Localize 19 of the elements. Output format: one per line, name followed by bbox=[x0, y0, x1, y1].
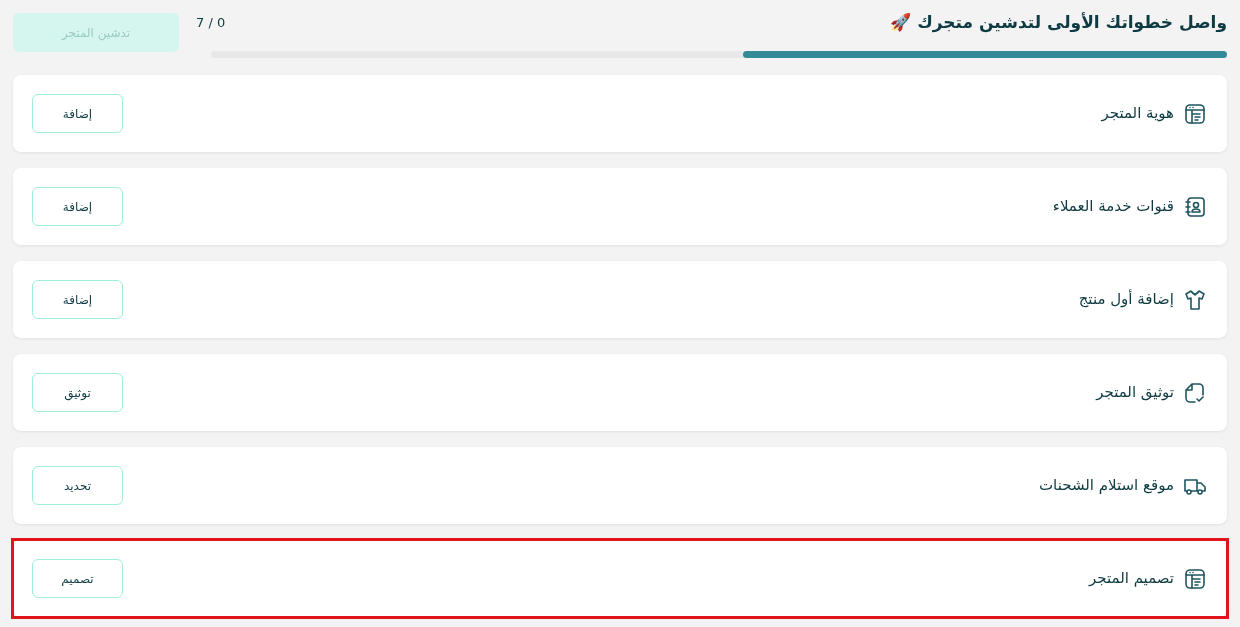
document-check-icon bbox=[1183, 380, 1207, 405]
step-button[interactable]: تصميم bbox=[32, 559, 123, 598]
browser-window-icon bbox=[1183, 101, 1207, 126]
progress-count: 0 / 7 bbox=[196, 14, 226, 33]
step-title: قنوات خدمة العملاء bbox=[1052, 196, 1174, 218]
contact-book-icon bbox=[1183, 194, 1207, 219]
page-title: واصل خطواتك الأولى لتدشين متجرك 🚀 bbox=[890, 11, 1227, 35]
step-button[interactable]: إضافة bbox=[32, 187, 123, 226]
browser-window-icon bbox=[1183, 566, 1207, 591]
step-button[interactable]: توثيق bbox=[32, 373, 123, 412]
step-title: إضافة أول منتج bbox=[1078, 288, 1174, 311]
step-button[interactable]: تحديد bbox=[32, 466, 123, 505]
step-title: توثيق المتجر bbox=[1096, 382, 1174, 404]
shirt-icon bbox=[1183, 287, 1207, 312]
step-button[interactable]: إضافة bbox=[32, 94, 123, 133]
step-title: تصميم المتجر bbox=[1088, 568, 1174, 590]
step-title: موقع استلام الشحنات bbox=[1039, 475, 1174, 497]
step-button[interactable]: إضافة bbox=[32, 280, 123, 319]
step-title: هوية المتجر bbox=[1101, 103, 1174, 125]
